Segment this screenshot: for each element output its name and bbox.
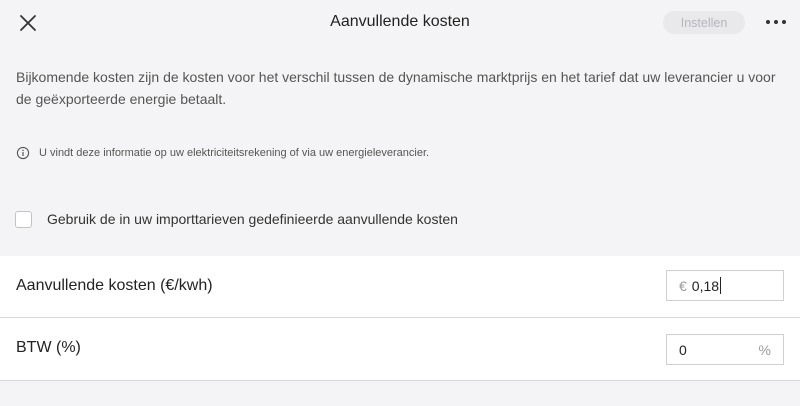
description: Bijkomende kosten zijn de kosten voor he…	[16, 69, 776, 107]
checkbox-label: Gebruik de in uw importtarieven gedefini…	[47, 211, 458, 227]
text-caret	[720, 277, 722, 294]
instellen-button[interactable]: Instellen	[663, 11, 745, 34]
more-icon-dot	[782, 20, 786, 24]
vat-input[interactable]: 0 %	[666, 334, 784, 365]
use-import-costs-option[interactable]: Gebruik de in uw importtarieven gedefini…	[15, 209, 458, 229]
additional-costs-input[interactable]: € 0,18	[666, 270, 784, 301]
more-button[interactable]	[766, 14, 786, 30]
more-icon-dot	[774, 20, 778, 24]
header: Aanvullende kosten Instellen	[0, 0, 800, 44]
use-import-costs-checkbox[interactable]	[15, 210, 32, 228]
vat-label: BTW (%)	[16, 339, 81, 356]
additional-costs-value: 0,18	[691, 277, 720, 294]
vat-value: 0	[679, 341, 687, 358]
percent-suffix: %	[758, 341, 771, 358]
additional-costs-label: Aanvullende kosten (€/kwh)	[16, 277, 213, 294]
additional-costs-row: Aanvullende kosten (€/kwh) € 0,18	[0, 256, 800, 318]
currency-prefix: €	[679, 277, 687, 294]
info-note: U vindt deze informatie op uw elektricit…	[16, 145, 429, 161]
info-icon	[16, 146, 30, 160]
vat-row: BTW (%) 0 %	[0, 318, 800, 381]
more-icon-dot	[766, 20, 770, 24]
page: Aanvullende kosten Instellen Bijkomende …	[0, 0, 800, 406]
info-text: U vindt deze informatie op uw elektricit…	[39, 147, 430, 159]
